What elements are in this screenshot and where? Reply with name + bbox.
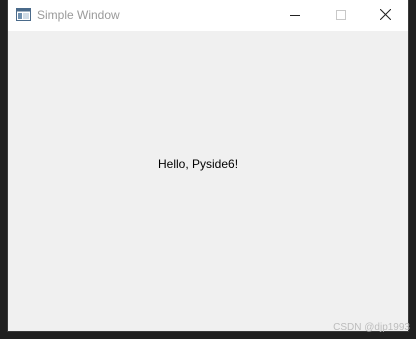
minimize-button[interactable] [272, 0, 318, 31]
maximize-button[interactable] [318, 0, 364, 31]
window-app-icon [16, 8, 31, 21]
app-window: Simple Window Hello, Pyside6! [8, 0, 408, 331]
window-client-area: Hello, Pyside6! [8, 31, 408, 331]
close-button[interactable] [362, 0, 408, 31]
window-title: Simple Window [37, 8, 120, 22]
watermark-text: CSDN @djp1993 [333, 322, 410, 333]
close-icon [379, 7, 391, 25]
minimize-icon [290, 7, 300, 25]
title-bar[interactable]: Simple Window [8, 0, 408, 31]
maximize-icon [336, 7, 346, 25]
hello-label: Hello, Pyside6! [158, 157, 239, 171]
